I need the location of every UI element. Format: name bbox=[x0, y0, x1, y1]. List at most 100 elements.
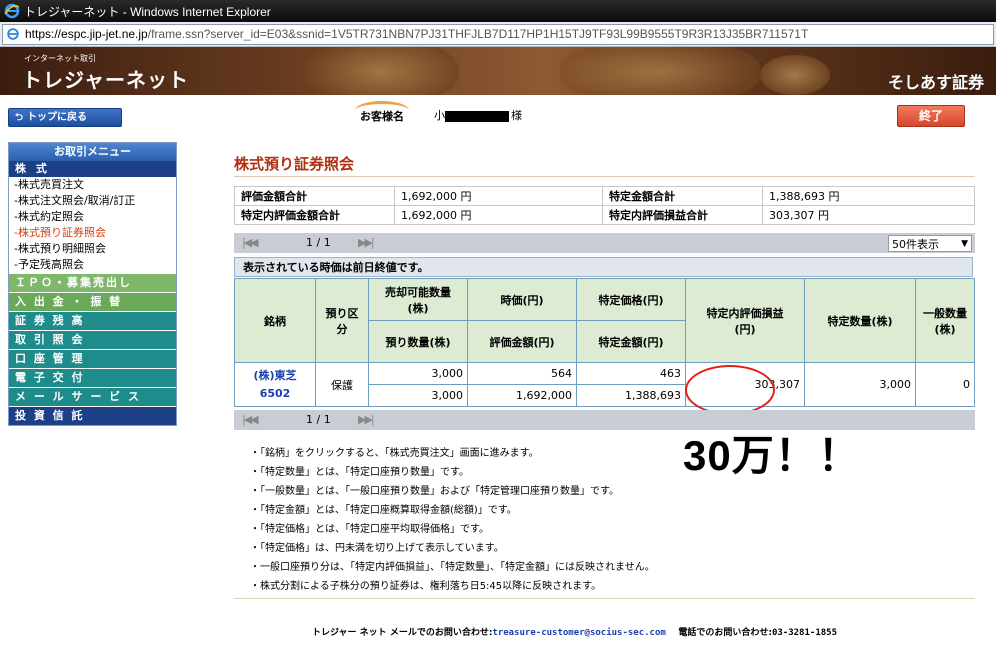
page-title: 株式預り証券照会 bbox=[234, 155, 355, 173]
holdings-table: 銘柄 預り区分 売却可能数量(株) 時価(円) 特定価格(円) 特定内評価損益(… bbox=[234, 278, 975, 407]
col-eval-amount: 評価金額(円) bbox=[467, 320, 577, 363]
note-item: ・「特定数量」とは、「特定口座預り数量」です。 bbox=[250, 467, 469, 478]
col-sellable-qty: 売却可能数量(株) bbox=[368, 278, 468, 321]
menu-item-holdings-inquiry[interactable]: -株式預り証券照会 bbox=[9, 225, 176, 241]
note-item: ・「一般数量」とは、「一般口座預り数量」および「特定管理口座預り数量」です。 bbox=[250, 486, 619, 497]
customer-suffix: 様 bbox=[511, 109, 522, 122]
per-page-value: 50件表示 bbox=[892, 238, 939, 251]
phone-label: 電話でのお問い合わせ: bbox=[678, 628, 772, 638]
back-to-top-button[interactable]: ⮌ トップに戻る bbox=[8, 108, 122, 127]
banner-decoration bbox=[760, 55, 830, 95]
specific-qty-cell: 3,000 bbox=[804, 362, 916, 407]
last-page-icon[interactable]: ▶▶| bbox=[358, 413, 375, 426]
summary-value: 303,307 円 bbox=[762, 205, 975, 225]
summary-row: 特定内評価金額合計 1,692,000 円 特定内評価損益合計 303,307 … bbox=[234, 205, 975, 225]
redacted-name bbox=[445, 110, 509, 122]
site-banner: インターネット取引 トレジャーネット そしあす証券 bbox=[0, 47, 996, 95]
customer-label-text: お客様名 bbox=[360, 110, 404, 123]
internet-explorer-icon bbox=[4, 3, 20, 19]
stock-cell[interactable]: (株)東芝 6502 bbox=[234, 362, 316, 407]
header-row: 銘柄 預り区分 売却可能数量(株) 時価(円) 特定価格(円) 特定内評価損益(… bbox=[234, 278, 975, 363]
summary-label: 特定内評価金額合計 bbox=[234, 205, 395, 225]
market-price-cell: 564 bbox=[467, 362, 577, 385]
logout-button[interactable]: 終了 bbox=[897, 105, 965, 127]
specific-price-cell: 463 bbox=[576, 362, 686, 385]
col-specific-price: 特定価格(円) bbox=[576, 278, 686, 321]
eval-amount-cell: 1,692,000 bbox=[467, 384, 577, 407]
url-field[interactable]: https://espc.jip-jet.ne.jp/frame.ssn?ser… bbox=[2, 24, 994, 45]
summary-value: 1,692,000 円 bbox=[394, 186, 603, 206]
first-page-icon[interactable]: |◀◀ bbox=[242, 413, 259, 426]
chevron-down-icon: ▼ bbox=[961, 239, 968, 249]
last-page-icon[interactable]: ▶▶| bbox=[358, 236, 375, 249]
menu-category[interactable]: 口 座 管 理 bbox=[9, 349, 176, 368]
table-row: (株)東芝 6502 保護 3,000 564 463 303,307 3,000… bbox=[234, 362, 975, 407]
col-deposit-type: 預り区分 bbox=[315, 278, 369, 363]
mail-link[interactable]: treasure-customer@socius-sec.com bbox=[492, 628, 665, 638]
mail-label: トレジャー ネット メールでのお問い合わせ: bbox=[312, 628, 493, 638]
page-icon bbox=[7, 28, 19, 40]
address-bar: https://espc.jip-jet.ne.jp/frame.ssn?ser… bbox=[0, 22, 996, 47]
menu-category[interactable]: 電 子 交 付 bbox=[9, 368, 176, 387]
per-page-select[interactable]: 50件表示 ▼ bbox=[888, 235, 972, 252]
menu-category[interactable]: ＩＰＯ・募集売出し bbox=[9, 273, 176, 292]
banner-subtitle: インターネット取引 bbox=[24, 54, 96, 63]
note-item: ・一般口座預り分は、「特定内評価損益」、「特定数量」、「特定金額」には反映されま… bbox=[250, 562, 655, 573]
menu-item-scheduled-balance[interactable]: -予定残高照会 bbox=[9, 257, 176, 273]
menu-category[interactable]: 入 出 金 ・ 振 替 bbox=[9, 292, 176, 311]
return-arrow-icon: ⮌ bbox=[15, 112, 24, 123]
window-title: トレジャーネット - Windows Internet Explorer bbox=[24, 5, 271, 19]
col-pl: 特定内評価損益(円) bbox=[685, 278, 805, 363]
brand-name: そしあす証券 bbox=[887, 75, 984, 92]
summary-label: 特定内評価損益合計 bbox=[602, 205, 763, 225]
annotation-text: 30万！！ bbox=[683, 432, 861, 479]
customer-label: お客様名 bbox=[352, 101, 412, 125]
menu-category[interactable]: 投 資 信 託 bbox=[9, 406, 176, 425]
menu-categories: ＩＰＯ・募集売出し入 出 金 ・ 振 替証 券 残 高取 引 照 会口 座 管 … bbox=[9, 273, 176, 425]
col-specific-amount: 特定金額(円) bbox=[576, 320, 686, 363]
sellable-qty-cell: 3,000 bbox=[368, 362, 468, 385]
col-deposit-qty: 預り数量(株) bbox=[368, 320, 468, 363]
customer-name: 小様 bbox=[434, 107, 522, 123]
page-indicator: 1 / 1 bbox=[306, 413, 331, 426]
footer-contact: トレジャー ネット メールでのお問い合わせ:treasure-customer@… bbox=[312, 625, 837, 638]
banner-decoration bbox=[560, 47, 760, 95]
general-qty-cell: 0 bbox=[915, 362, 975, 407]
pager-top: |◀◀ 1 / 1 ▶▶| bbox=[234, 233, 975, 253]
col-specific-qty: 特定数量(株) bbox=[804, 278, 916, 363]
menu-title: お取引メニュー bbox=[9, 143, 176, 161]
col-market-price: 時価(円) bbox=[467, 278, 577, 321]
back-to-top-label: トップに戻る bbox=[27, 112, 88, 123]
menu-category[interactable]: 証 券 残 高 bbox=[9, 311, 176, 330]
menu-item-holdings-detail[interactable]: -株式預り明細照会 bbox=[9, 241, 176, 257]
menu-item-execution-inquiry[interactable]: -株式約定照会 bbox=[9, 209, 176, 225]
stock-name-link[interactable]: (株)東芝 bbox=[253, 369, 296, 382]
summary-value: 1,692,000 円 bbox=[394, 205, 603, 225]
menu-category[interactable]: 取 引 照 会 bbox=[9, 330, 176, 349]
col-stock: 銘柄 bbox=[234, 278, 316, 363]
note-item: ・「銘柄」をクリックすると、「株式売買注文」画面に進みます。 bbox=[250, 448, 539, 459]
menu-item-stock-order[interactable]: -株式売買注文 bbox=[9, 177, 176, 193]
menu-category[interactable]: メ ー ル サ ー ビ ス bbox=[9, 387, 176, 406]
first-page-icon[interactable]: |◀◀ bbox=[242, 236, 259, 249]
note-item: ・「特定価格」は、円未満を切り上げて表示しています。 bbox=[250, 543, 504, 554]
notes-divider bbox=[234, 598, 975, 599]
banner-decoration bbox=[300, 47, 460, 95]
site-logo[interactable]: トレジャーネット bbox=[22, 64, 189, 93]
menu-section-stocks[interactable]: 株 式 bbox=[9, 161, 176, 177]
url-path: /frame.ssn?server_id=E03&ssnid=1V5TR731N… bbox=[147, 27, 809, 41]
summary-label: 評価金額合計 bbox=[234, 186, 395, 206]
summary-label: 特定金額合計 bbox=[602, 186, 763, 206]
note-item: ・「特定価格」とは、「特定口座平均取得価格」です。 bbox=[250, 524, 489, 535]
note-item: ・「特定金額」とは、「特定口座概算取得金額(総額)」です。 bbox=[250, 505, 517, 516]
trade-menu: お取引メニュー 株 式 -株式売買注文 -株式注文照会/取消/訂正 -株式約定照… bbox=[8, 142, 177, 426]
menu-item-order-inquiry[interactable]: -株式注文照会/取消/訂正 bbox=[9, 193, 176, 209]
highlight-circle bbox=[685, 365, 775, 415]
url-host: https://espc.jip-jet.ne.jp bbox=[25, 27, 148, 41]
title-divider bbox=[234, 176, 975, 177]
deposit-type-cell: 保護 bbox=[315, 362, 369, 407]
window-titlebar: トレジャーネット - Windows Internet Explorer bbox=[0, 0, 996, 22]
page-indicator: 1 / 1 bbox=[306, 236, 331, 249]
deposit-qty-cell: 3,000 bbox=[368, 384, 468, 407]
specific-amount-cell: 1,388,693 bbox=[576, 384, 686, 407]
